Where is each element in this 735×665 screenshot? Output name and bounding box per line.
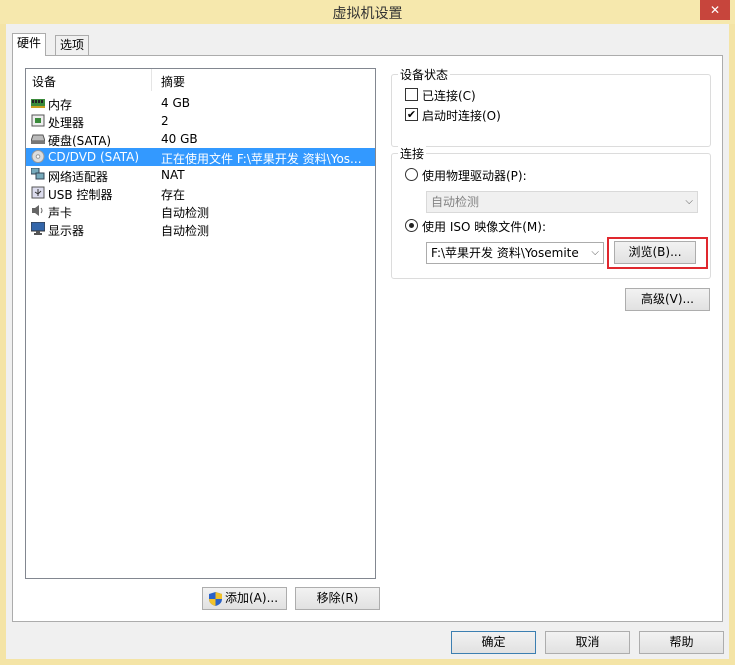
device-row-cd-dvd[interactable]: CD/DVD (SATA) 正在使用文件 F:\苹果开发 资料\Yos... [26, 148, 375, 166]
device-summary: 40 GB [161, 132, 198, 146]
memory-icon [31, 99, 45, 108]
help-button[interactable]: 帮助 [639, 631, 724, 654]
device-name: 网络适配器 [48, 170, 109, 184]
device-name: USB 控制器 [48, 188, 113, 202]
usb-icon [31, 186, 45, 199]
column-device[interactable]: 设备 [32, 73, 56, 90]
iso-path-value: F:\苹果开发 资料\Yosemite [431, 246, 579, 260]
device-summary: NAT [161, 168, 185, 182]
processor-icon [31, 114, 45, 127]
cd-dvd-icon [31, 150, 45, 163]
device-name: 内存 [48, 98, 73, 112]
iso-image-radio[interactable] [405, 219, 418, 232]
window-title: 虚拟机设置 [332, 6, 403, 22]
device-list[interactable]: 设备 摘要 内存 4 GB 处理器 2 硬盘(SATA) 40 GB CD/DV… [25, 68, 376, 579]
tab-hardware[interactable]: 硬件 [12, 33, 47, 56]
device-name: 显示器 [48, 224, 85, 238]
add-button[interactable]: 添加(A)... [202, 587, 287, 610]
device-row-network-adapter[interactable]: 网络适配器 NAT [26, 166, 375, 184]
hardware-panel: 设备 摘要 内存 4 GB 处理器 2 硬盘(SATA) 40 GB CD/DV… [12, 55, 723, 622]
device-summary: 自动检测 [161, 206, 210, 220]
ok-button[interactable]: 确定 [451, 631, 536, 654]
shield-icon [209, 592, 222, 606]
connected-label[interactable]: 已连接(C) [422, 87, 476, 104]
device-list-header: 设备 摘要 [26, 69, 375, 91]
hard-disk-icon [31, 134, 45, 144]
device-status-legend: 设备状态 [398, 66, 451, 83]
iso-image-label[interactable]: 使用 ISO 映像文件(M): [422, 218, 546, 235]
title-bar: 虚拟机设置 ✕ [0, 0, 735, 24]
device-name: CD/DVD (SATA) [48, 150, 140, 164]
remove-button[interactable]: 移除(R) [295, 587, 380, 610]
device-row-display[interactable]: 显示器 自动检测 [26, 220, 375, 238]
network-adapter-icon [31, 168, 45, 180]
connection-group: 连接 使用物理驱动器(P): 自动检测 ⌵ 使用 ISO 映像文件(M): F:… [391, 145, 711, 279]
advanced-button[interactable]: 高级(V)... [625, 288, 710, 311]
connect-at-power-on-label[interactable]: 启动时连接(O) [422, 107, 501, 124]
speaker-icon [32, 205, 43, 216]
device-row-memory[interactable]: 内存 4 GB [26, 94, 375, 112]
connect-at-power-on-checkbox[interactable]: ✔ [405, 108, 418, 121]
device-name: 硬盘(SATA) [48, 134, 112, 148]
column-summary[interactable]: 摘要 [161, 73, 185, 90]
dialog-client: 硬件 选项 设备 摘要 内存 4 GB 处理器 2 硬盘(SATA) 40 GB… [6, 24, 729, 659]
monitor-icon [31, 222, 45, 235]
device-summary: 2 [161, 114, 169, 128]
device-status-group: 设备状态 已连接(C) ✔ 启动时连接(O) [391, 66, 711, 147]
device-row-usb-controller[interactable]: USB 控制器 存在 [26, 184, 375, 202]
physical-drive-radio[interactable] [405, 168, 418, 181]
device-name: 声卡 [48, 206, 73, 220]
tab-options[interactable]: 选项 [55, 35, 90, 56]
device-summary: 4 GB [161, 96, 190, 110]
device-name: 处理器 [48, 116, 85, 130]
physical-drive-label[interactable]: 使用物理驱动器(P): [422, 167, 527, 184]
device-summary: 正在使用文件 F:\苹果开发 资料\Yos... [161, 152, 362, 166]
physical-drive-select-value: 自动检测 [431, 195, 480, 209]
device-row-hard-disk[interactable]: 硬盘(SATA) 40 GB [26, 130, 375, 148]
chevron-down-icon: ⌵ [589, 243, 599, 263]
close-button[interactable]: ✕ [700, 0, 730, 20]
device-summary: 存在 [161, 188, 186, 202]
device-row-sound-card[interactable]: 声卡 自动检测 [26, 202, 375, 220]
device-row-processor[interactable]: 处理器 2 [26, 112, 375, 130]
chevron-down-icon: ⌵ [685, 196, 693, 207]
physical-drive-select[interactable]: 自动检测 ⌵ [426, 191, 698, 213]
device-summary: 自动检测 [161, 224, 210, 238]
add-button-label: 添加(A)... [225, 591, 279, 605]
connection-legend: 连接 [398, 145, 427, 162]
connected-checkbox[interactable] [405, 88, 418, 101]
cancel-button[interactable]: 取消 [545, 631, 630, 654]
iso-path-combo[interactable]: F:\苹果开发 资料\Yosemite ⌵ [426, 242, 604, 264]
highlight-annotation [607, 237, 708, 269]
